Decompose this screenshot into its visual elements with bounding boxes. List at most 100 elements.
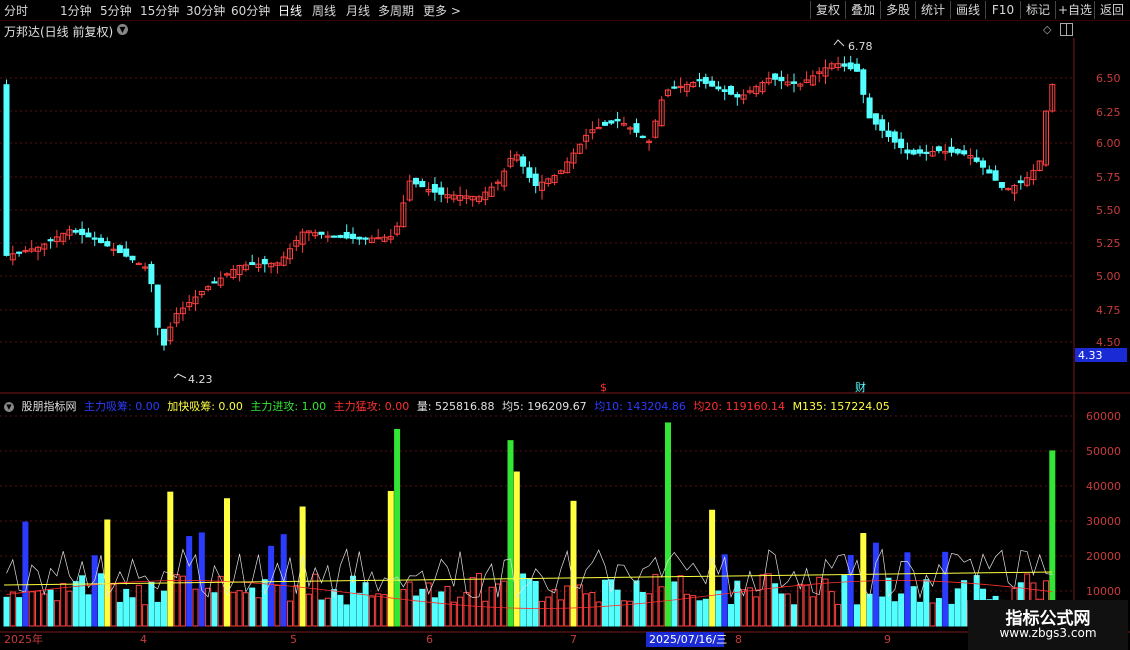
date-label: 9 [884,633,891,646]
candle-body [135,262,142,266]
volume-bar [696,600,703,627]
date-label: 7 [570,633,577,646]
volume-bar [375,593,382,627]
watermark-url: www.zbgs3.com [999,626,1097,640]
watermark: 指标公式网 www.zbgs3.com [968,600,1128,650]
volume-bar [154,601,161,627]
volume-bar [778,593,785,627]
volume-layer [3,422,1056,627]
candle-body [91,237,98,240]
volume-bar [343,604,350,627]
volume-bar [419,588,426,627]
volume-bar [381,594,388,627]
volume-bar [337,594,344,627]
volume-bar [526,578,533,627]
volume-bar [658,586,665,627]
volume-bar [331,589,338,627]
indicator-value: 均5: 196209.67 [502,400,587,413]
finance-marker[interactable]: 财 [855,380,866,394]
price-tick: 5.25 [1096,237,1121,250]
price-tick: 5.50 [1096,204,1121,217]
volume-bar [671,581,678,627]
candle-body [961,150,968,155]
volume-bar [450,601,457,627]
volume-bar [469,577,476,627]
volume-bar [98,573,104,627]
volume-bar [91,555,98,627]
candle-body [362,237,369,240]
volume-bar [917,601,923,627]
indicator-name[interactable]: 股朋指标网 [22,400,77,413]
volume-bar [406,581,413,627]
price-tick: 4.50 [1096,336,1121,349]
candlestick-chart[interactable]: 6.50 6.25 6.00 5.75 5.50 5.25 5.00 4.75 … [0,0,1130,650]
candle-body [16,251,23,254]
volume-bar [721,554,728,627]
volume-bar [835,603,842,627]
candle-body [331,235,338,238]
candle-body [161,328,167,346]
volume-bar [123,588,130,627]
volume-tick: 60000 [1086,410,1121,423]
volume-bar [35,590,41,627]
volume-bar [110,583,117,627]
candle-body [79,228,86,236]
indicator-value: 均20: 119160.14 [693,400,786,413]
candle-body [602,121,608,126]
volume-bar [192,588,199,627]
volume-bar [923,579,930,627]
volume-bar [772,583,779,627]
volume-bar [557,599,564,627]
volume-bar [501,580,508,627]
volume-bar [287,600,293,627]
candle-body [872,113,879,125]
candle-body [917,149,923,154]
volume-bar [350,575,356,627]
volume-bar [463,592,470,627]
volume-bar [545,596,552,627]
candle-body [715,86,722,90]
high-pointer [833,39,845,47]
volume-bar [230,591,237,627]
volume-bar [847,554,854,627]
candle-body [639,135,646,138]
volume-bar [3,596,10,627]
candle-body [104,241,111,247]
candle-body [520,156,527,167]
candle-body [116,245,123,254]
candle-body [72,229,79,233]
volume-bar [828,591,835,627]
volume-tick: 10000 [1086,585,1121,598]
volume-bar [765,573,772,627]
candle-body [847,62,854,70]
volume-bar [646,593,653,627]
candle-body [923,151,930,154]
candle-body [935,146,942,152]
candle-body [85,232,92,238]
volume-bar [362,582,369,627]
price-tick: 6.00 [1096,137,1121,150]
volume-bar [677,575,684,627]
volume-bar [935,598,942,627]
volume-bar [394,428,401,627]
volume-tick: 20000 [1086,550,1121,563]
volume-bar [513,471,520,627]
candle-body [973,157,980,162]
volume-bar [312,573,319,627]
selected-date: 2025/07/16/三 [649,633,727,646]
volume-bar [690,595,697,627]
volume-bar [85,594,92,627]
candle-body [841,63,848,67]
low-pointer [173,373,187,379]
volume-bar [148,581,155,627]
volume-bar [22,521,29,627]
dollar-marker[interactable]: $ [600,381,607,394]
candle-body [413,177,419,185]
candle-body [885,130,892,138]
candle-body [671,86,678,89]
price-tick: 4.75 [1096,304,1121,317]
volume-tick: 50000 [1086,445,1121,458]
candle-body [249,262,256,266]
chevron-down-icon[interactable]: ▼ [4,402,14,412]
volume-bar [211,592,218,627]
